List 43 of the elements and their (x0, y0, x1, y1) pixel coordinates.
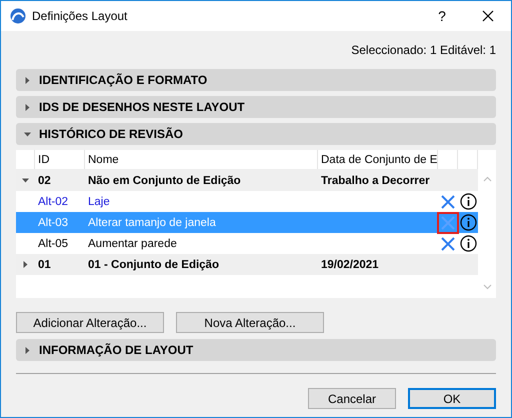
caret-right-icon (24, 104, 31, 110)
caret-right-icon (24, 76, 31, 84)
info-icon[interactable] (460, 193, 476, 210)
group-id: 02 (38, 174, 51, 186)
column-header[interactable]: Nome (85, 150, 318, 169)
cancel-button[interactable]: Cancelar (308, 388, 396, 409)
table-button[interactable]: Adicionar Alteração... (16, 312, 164, 333)
revision-name: Aumentar parede (88, 238, 177, 250)
column-header[interactable]: ID (35, 150, 85, 169)
section-header[interactable]: IDS DE DESENHOS NESTE LAYOUT (16, 96, 496, 118)
selection-info: Seleccionado: 1 Editável: 1 (351, 43, 496, 57)
revision-id: Alt-02 (38, 196, 68, 208)
help-button[interactable]: ? (419, 1, 465, 31)
column-header[interactable]: Data de Conjunto de E (318, 150, 438, 169)
remove-icon[interactable] (439, 192, 457, 210)
section-header[interactable]: IDENTIFICAÇÃO E FORMATO (16, 69, 496, 91)
revision-name: Laje (88, 196, 110, 208)
ok-button[interactable]: OK (408, 388, 496, 409)
table-button[interactable]: Nova Alteração... (176, 312, 324, 333)
revision-row[interactable]: Alt-05 Aumentar parede (16, 233, 478, 254)
group-name: Não em Conjunto de Edição (88, 174, 241, 186)
info-icon[interactable] (460, 214, 476, 231)
section-header[interactable]: HISTÓRICO DE REVISÃO (16, 123, 496, 145)
window-title: Definições Layout (32, 9, 128, 23)
group-row[interactable]: 01 01 - Conjunto de Edição 19/02/2021 (16, 254, 478, 275)
caret-right-icon (22, 261, 29, 268)
caret-right-icon (24, 346, 31, 354)
revision-id: Alt-03 (38, 216, 68, 228)
caret-down-icon (22, 177, 29, 184)
revision-row[interactable]: Alt-02 Laje (16, 191, 478, 212)
group-row[interactable]: 02 Não em Conjunto de Edição Trabalho a Decorrer (16, 170, 478, 191)
revision-name: Alterar tamanjo de janela (88, 216, 216, 228)
group-date: Trabalho a Decorrer (321, 174, 430, 186)
revision-id: Alt-05 (38, 238, 68, 250)
group-id: 01 (38, 258, 51, 270)
section-header[interactable]: INFORMAÇÃO DE LAYOUT (16, 339, 496, 361)
group-date: 19/02/2021 (321, 258, 379, 270)
remove-icon[interactable] (439, 234, 457, 252)
group-name: 01 - Conjunto de Edição (88, 258, 219, 270)
info-icon[interactable] (460, 235, 476, 252)
app-logo-icon (10, 8, 26, 24)
caret-down-icon (24, 130, 31, 138)
close-icon (482, 10, 494, 22)
